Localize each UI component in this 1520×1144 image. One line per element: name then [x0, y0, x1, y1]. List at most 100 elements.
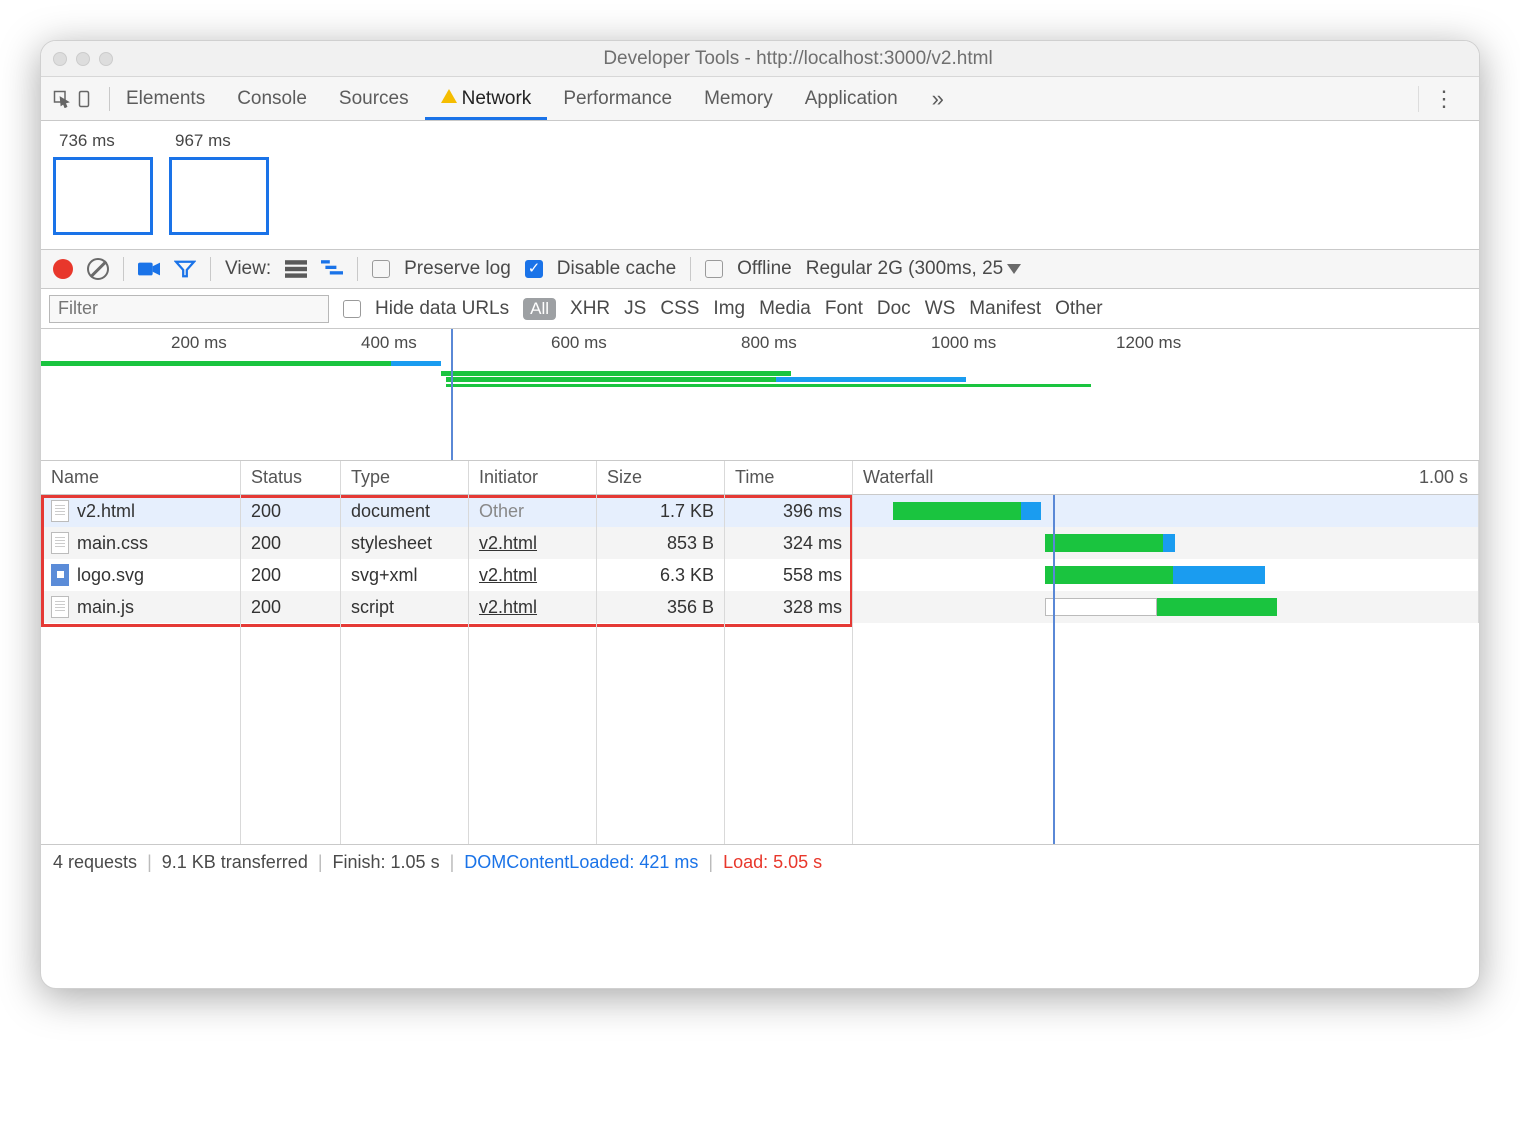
filmstrip-time-0: 736 ms — [59, 131, 153, 151]
req-name: v2.html — [77, 501, 135, 522]
filter-font[interactable]: Font — [825, 298, 863, 320]
filter-ws[interactable]: WS — [925, 298, 956, 320]
req-initiator[interactable]: v2.html — [479, 597, 537, 618]
col-type[interactable]: Type — [341, 461, 469, 494]
req-name: main.css — [77, 533, 148, 554]
filter-icon[interactable] — [174, 260, 196, 278]
status-transferred: 9.1 KB transferred — [162, 852, 308, 873]
status-finish: Finish: 1.05 s — [333, 852, 440, 873]
camera-icon[interactable] — [138, 260, 160, 278]
req-status: 200 — [241, 591, 341, 623]
req-status: 200 — [241, 559, 341, 591]
tick: 200 ms — [171, 333, 227, 353]
col-size[interactable]: Size — [597, 461, 725, 494]
separator — [357, 257, 358, 281]
filmstrip-frame-1[interactable]: 967 ms — [169, 131, 269, 235]
filter-other[interactable]: Other — [1055, 298, 1103, 320]
req-time: 328 ms — [725, 591, 853, 623]
req-time: 396 ms — [725, 495, 853, 527]
status-bar: 4 requests| 9.1 KB transferred| Finish: … — [41, 845, 1479, 879]
view-waterfall-icon[interactable] — [321, 260, 343, 278]
timeline-overview[interactable]: 200 ms 400 ms 600 ms 800 ms 1000 ms 1200… — [41, 329, 1479, 461]
filter-input[interactable] — [49, 295, 329, 323]
inspect-icon[interactable] — [51, 90, 73, 108]
panel-tabbar: Elements Console Sources Network Perform… — [41, 77, 1479, 121]
col-initiator[interactable]: Initiator — [469, 461, 597, 494]
timeline-bar — [391, 361, 441, 366]
filter-css[interactable]: CSS — [660, 298, 699, 320]
filter-xhr[interactable]: XHR — [570, 298, 610, 320]
minimize-dot[interactable] — [76, 52, 90, 66]
req-name: logo.svg — [77, 565, 144, 586]
more-tabs-icon[interactable]: » — [914, 86, 962, 112]
status-requests: 4 requests — [53, 852, 137, 873]
req-initiator[interactable]: v2.html — [479, 565, 537, 586]
tick: 1000 ms — [931, 333, 996, 353]
separator — [690, 257, 691, 281]
disable-cache-checkbox[interactable] — [525, 260, 543, 278]
tab-network[interactable]: Network — [425, 78, 548, 120]
view-label: View: — [225, 258, 271, 280]
col-time[interactable]: Time — [725, 461, 853, 494]
table-header: Name Status Type Initiator Size Time Wat… — [41, 461, 1479, 495]
req-size: 853 B — [597, 527, 725, 559]
hide-data-urls-label: Hide data URLs — [375, 298, 509, 320]
tab-memory[interactable]: Memory — [688, 78, 789, 120]
filmstrip-time-1: 967 ms — [175, 131, 269, 151]
tab-console[interactable]: Console — [221, 78, 323, 120]
req-size: 356 B — [597, 591, 725, 623]
tab-sources[interactable]: Sources — [323, 78, 425, 120]
filter-img[interactable]: Img — [713, 298, 745, 320]
filter-js[interactable]: JS — [624, 298, 646, 320]
maximize-dot[interactable] — [99, 52, 113, 66]
window-controls — [53, 52, 113, 66]
tick: 1200 ms — [1116, 333, 1181, 353]
req-initiator: Other — [469, 495, 597, 527]
filter-all[interactable]: All — [523, 298, 556, 320]
preserve-log-label: Preserve log — [404, 258, 511, 280]
view-large-icon[interactable] — [285, 260, 307, 278]
req-waterfall — [853, 495, 1479, 527]
close-dot[interactable] — [53, 52, 67, 66]
col-name[interactable]: Name — [41, 461, 241, 494]
req-type: svg+xml — [341, 559, 469, 591]
kebab-menu-icon[interactable]: ⋮ — [1418, 86, 1469, 112]
req-waterfall — [853, 559, 1479, 591]
table-row[interactable]: main.js 200 script v2.html 356 B 328 ms — [41, 591, 1479, 623]
tab-performance[interactable]: Performance — [547, 78, 688, 120]
filmstrip-frame-0[interactable]: 736 ms — [53, 131, 153, 235]
req-initiator[interactable]: v2.html — [479, 533, 537, 554]
domcontentloaded-marker — [451, 329, 453, 460]
filter-doc[interactable]: Doc — [877, 298, 911, 320]
filter-media[interactable]: Media — [759, 298, 811, 320]
throttle-select[interactable]: Regular 2G (300ms, 25 — [806, 258, 1022, 280]
col-status[interactable]: Status — [241, 461, 341, 494]
filmstrip: 736 ms 967 ms — [41, 121, 1479, 249]
device-icon[interactable] — [73, 90, 95, 108]
waterfall-scale: 1.00 s — [1419, 467, 1468, 488]
table-row[interactable]: logo.svg 200 svg+xml v2.html 6.3 KB 558 … — [41, 559, 1479, 591]
filter-manifest[interactable]: Manifest — [969, 298, 1041, 320]
table-row[interactable]: main.css 200 stylesheet v2.html 853 B 32… — [41, 527, 1479, 559]
req-time: 558 ms — [725, 559, 853, 591]
col-waterfall[interactable]: Waterfall 1.00 s — [853, 461, 1479, 494]
table-row[interactable]: v2.html 200 document Other 1.7 KB 396 ms — [41, 495, 1479, 527]
timeline-bar — [446, 377, 776, 382]
throttle-value: Regular 2G (300ms, 25 — [806, 258, 1004, 280]
timeline-bar — [776, 377, 966, 382]
preserve-log-checkbox[interactable] — [372, 260, 390, 278]
record-button[interactable] — [53, 259, 73, 279]
req-waterfall — [853, 591, 1479, 623]
offline-label: Offline — [737, 258, 792, 280]
tab-elements[interactable]: Elements — [110, 78, 221, 120]
tick: 800 ms — [741, 333, 797, 353]
document-icon — [51, 532, 69, 554]
filmstrip-thumb-1 — [169, 157, 269, 235]
warning-icon — [441, 89, 457, 103]
hide-data-urls-checkbox[interactable] — [343, 300, 361, 318]
offline-checkbox[interactable] — [705, 260, 723, 278]
timeline-bar — [41, 361, 391, 366]
tab-application[interactable]: Application — [789, 78, 914, 120]
timeline-ticks: 200 ms 400 ms 600 ms 800 ms 1000 ms 1200… — [41, 329, 1479, 357]
clear-button[interactable] — [87, 258, 109, 280]
